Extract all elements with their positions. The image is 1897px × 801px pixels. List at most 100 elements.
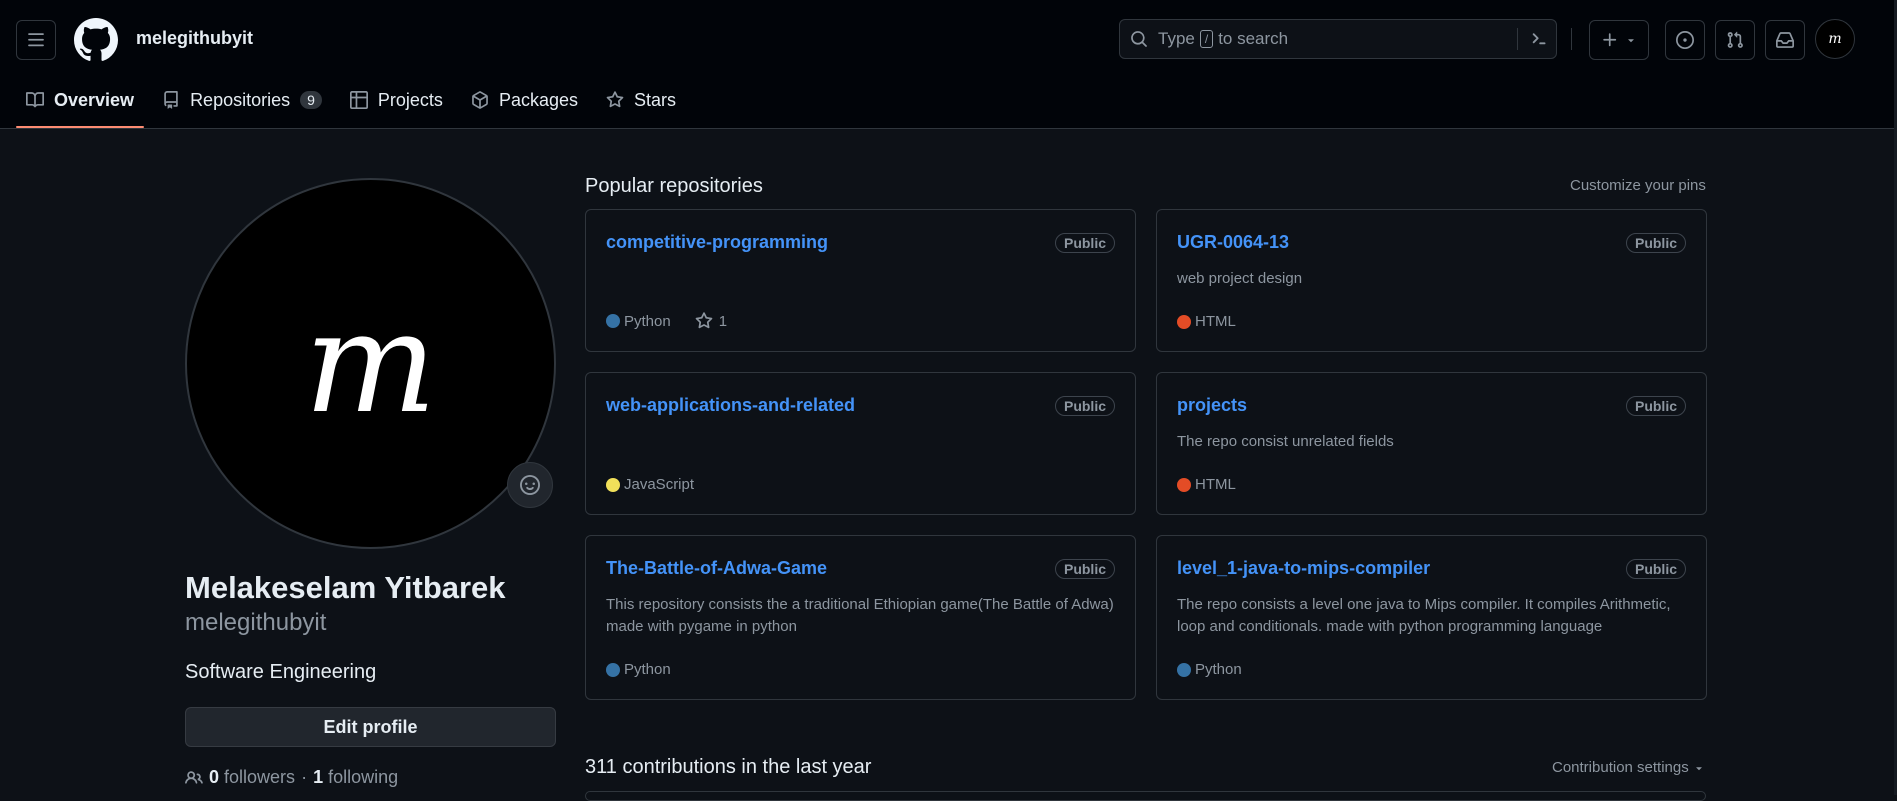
- search-prefix: Type: [1158, 29, 1195, 48]
- repo-link[interactable]: The-Battle-of-Adwa-Game: [606, 558, 827, 579]
- tab-stars[interactable]: Stars: [596, 80, 686, 120]
- edit-profile-button[interactable]: Edit profile: [185, 707, 556, 747]
- visibility-badge: Public: [1625, 233, 1686, 253]
- search-divider: [1517, 28, 1518, 50]
- book-icon: [26, 92, 44, 108]
- star-icon: [695, 312, 713, 329]
- inbox-button[interactable]: [1765, 20, 1805, 60]
- visibility-badge: Public: [1054, 233, 1115, 253]
- repo-meta: Python 1: [606, 312, 727, 330]
- set-status-button[interactable]: [507, 462, 553, 508]
- repo-meta: Python: [606, 661, 671, 678]
- language-color-dot: [1177, 662, 1191, 677]
- repo-card: UGR-0064-13 Public web project design HT…: [1156, 209, 1707, 352]
- tab-repositories[interactable]: Repositories 9: [152, 80, 332, 120]
- language-color-dot: [1177, 314, 1191, 329]
- repo-language: Python: [624, 312, 671, 330]
- repo-card: level_1-java-to-mips-compiler Public The…: [1156, 535, 1707, 700]
- repo-meta: HTML: [1177, 313, 1236, 330]
- followers-count: 0: [209, 767, 220, 787]
- visibility-badge: Public: [1054, 396, 1115, 416]
- tab-overview[interactable]: Overview: [16, 80, 145, 128]
- repo-card: The-Battle-of-Adwa-Game Public This repo…: [585, 535, 1136, 700]
- plus-icon: [1603, 33, 1617, 47]
- contribution-settings-button[interactable]: Contribution settings: [1552, 759, 1705, 776]
- repo-description: The repo consists a level one java to Mi…: [1177, 596, 1671, 635]
- repo-description: This repository consists the a tradition…: [606, 596, 1114, 635]
- profile-login: melegithubyit: [185, 609, 327, 636]
- language-color-dot: [1177, 477, 1191, 492]
- language-color-dot: [606, 477, 620, 492]
- visibility-badge: Public: [1625, 396, 1686, 416]
- pull-requests-button[interactable]: [1715, 20, 1755, 60]
- repo-language: Python: [624, 661, 671, 678]
- repo-meta: HTML: [1177, 476, 1236, 493]
- profile-full-name: Melakeselam Yitbarek: [185, 570, 506, 605]
- create-new-button[interactable]: [1589, 20, 1649, 60]
- user-avatar[interactable]: m: [1815, 19, 1855, 59]
- table-icon: [349, 91, 368, 109]
- contributions-heading: 311 contributions in the last year: [585, 756, 872, 778]
- stargazers-link[interactable]: 1: [695, 312, 727, 330]
- repo-link[interactable]: web-applications-and-related: [606, 395, 855, 416]
- issues-button[interactable]: [1665, 20, 1705, 60]
- star-icon: [606, 91, 624, 108]
- repo-card: competitive-programming Public Python 1: [585, 209, 1136, 352]
- repo-language: Python: [1195, 661, 1242, 678]
- repo-language: HTML: [1195, 313, 1236, 330]
- tab-packages[interactable]: Packages: [461, 80, 588, 120]
- repo-meta: Python: [1177, 661, 1242, 678]
- profile-bio: Software Engineering: [185, 661, 377, 683]
- tab-overview-label: Overview: [54, 89, 135, 110]
- repo-link[interactable]: competitive-programming: [606, 232, 828, 253]
- menu-button[interactable]: [16, 20, 56, 60]
- header-separator: [1571, 28, 1572, 50]
- hamburger-icon: [28, 33, 44, 47]
- following-count: 1: [313, 767, 324, 787]
- command-palette-icon[interactable]: [1528, 28, 1548, 48]
- search-icon: [1130, 30, 1148, 48]
- tab-packages-label: Packages: [498, 89, 578, 110]
- tab-projects[interactable]: Projects: [340, 80, 453, 120]
- repo-meta: JavaScript: [606, 476, 694, 493]
- repo-link[interactable]: level_1-java-to-mips-compiler: [1177, 558, 1430, 579]
- repo-description: The repo consist unrelated fields: [1177, 433, 1394, 450]
- repo-icon: [164, 91, 178, 109]
- followers-label: followers: [224, 767, 296, 787]
- visibility-badge: Public: [1054, 559, 1115, 579]
- profile-tabs: Overview Repositories 9 Projects Package…: [16, 80, 694, 128]
- profile-avatar[interactable]: m: [185, 178, 556, 549]
- git-pull-request-icon: [1727, 31, 1743, 48]
- smiley-icon: [520, 475, 540, 495]
- following-link[interactable]: 1 following: [313, 767, 398, 788]
- profile-avatar-letter: m: [304, 281, 437, 445]
- people-icon: [185, 770, 203, 784]
- followers-link[interactable]: 0 followers: [209, 767, 295, 788]
- search-input[interactable]: Type / to search: [1119, 19, 1557, 59]
- inbox-icon: [1776, 32, 1794, 48]
- customize-pins-link[interactable]: Customize your pins: [1570, 177, 1706, 194]
- language-color-dot: [606, 662, 620, 677]
- repo-language: JavaScript: [624, 476, 695, 493]
- following-label: following: [328, 767, 399, 787]
- tab-projects-label: Projects: [377, 89, 443, 110]
- follow-stats: 0 followers · 1 following: [185, 767, 398, 788]
- repositories-count-badge: 9: [300, 91, 322, 109]
- visibility-badge: Public: [1625, 559, 1686, 579]
- github-logo-icon[interactable]: [74, 18, 118, 62]
- contribution-graph: [585, 791, 1706, 801]
- caret-down-icon: [1696, 766, 1702, 770]
- repo-card: projects Public The repo consist unrelat…: [1156, 372, 1707, 515]
- language-color-dot: [606, 314, 620, 328]
- package-icon: [472, 91, 488, 109]
- tab-repositories-label: Repositories: [190, 89, 291, 110]
- repo-link[interactable]: projects: [1177, 395, 1247, 416]
- context-username[interactable]: melegithubyit: [136, 28, 253, 49]
- repo-card: web-applications-and-related Public Java…: [585, 372, 1136, 515]
- popular-repositories-heading: Popular repositories: [585, 175, 763, 197]
- repo-link[interactable]: UGR-0064-13: [1177, 232, 1289, 253]
- search-shortcut-key: /: [1199, 30, 1214, 48]
- contribution-settings-label: Contribution settings: [1552, 759, 1689, 776]
- tab-stars-label: Stars: [634, 89, 677, 110]
- star-count: 1: [718, 312, 728, 330]
